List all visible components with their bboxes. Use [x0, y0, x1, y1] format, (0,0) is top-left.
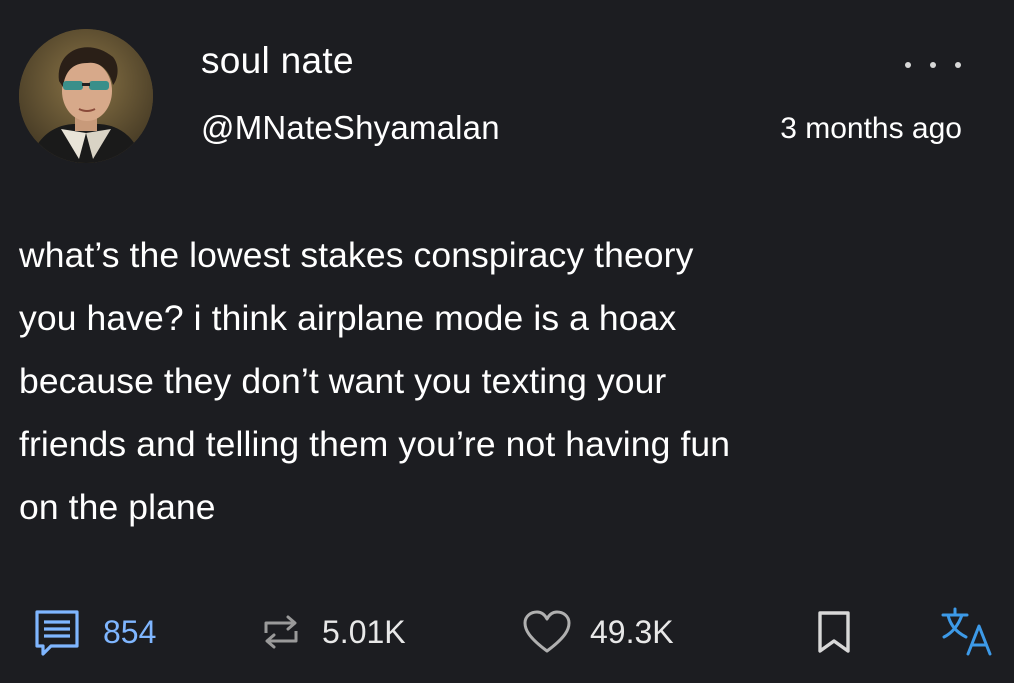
- post-text-line: what’s the lowest stakes conspiracy theo…: [19, 235, 694, 275]
- repost-button[interactable]: 5.01K: [258, 600, 406, 664]
- dot-icon: [955, 62, 961, 68]
- avatar[interactable]: [19, 29, 153, 163]
- portrait-avatar-icon: [19, 29, 153, 163]
- post-text-line: you have? i think airplane mode is a hoa…: [19, 298, 677, 338]
- post-text-line: friends and telling them you’re not havi…: [19, 424, 731, 464]
- comments-button[interactable]: 854: [33, 600, 156, 664]
- like-button[interactable]: 49.3K: [522, 600, 674, 664]
- post-text: what’s the lowest stakes conspiracy theo…: [19, 224, 979, 539]
- action-bar: 854 5.01K 49.3K: [0, 600, 1014, 664]
- dot-icon: [905, 62, 911, 68]
- post-text-line: because they don’t want you texting your: [19, 361, 667, 401]
- more-options-button[interactable]: [905, 50, 961, 80]
- dot-icon: [930, 62, 936, 68]
- likes-count: 49.3K: [590, 613, 674, 650]
- translate-icon: [941, 607, 992, 656]
- post-text-line: on the plane: [19, 487, 216, 527]
- comments-count: 854: [103, 613, 157, 650]
- heart-icon: [523, 610, 571, 653]
- repost-icon: [264, 615, 298, 649]
- post-card: soul nate @MNateShyamalan 3 months ago w…: [0, 0, 1014, 683]
- bookmark-button[interactable]: [816, 600, 852, 664]
- author-display-name[interactable]: soul nate: [201, 40, 354, 82]
- comment-icon: [35, 610, 79, 656]
- bookmark-icon: [818, 611, 850, 653]
- author-handle[interactable]: @MNateShyamalan: [201, 109, 500, 147]
- reposts-count: 5.01K: [322, 613, 406, 650]
- post-timestamp: 3 months ago: [780, 112, 962, 145]
- translate-button[interactable]: [940, 600, 998, 664]
